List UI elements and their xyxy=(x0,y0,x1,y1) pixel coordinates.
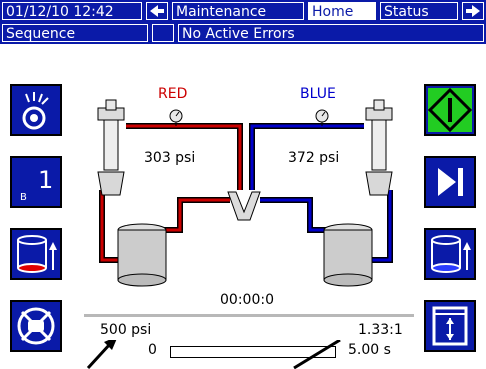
red-label: RED xyxy=(158,86,188,102)
divider xyxy=(84,314,414,317)
callout-arrows xyxy=(86,340,341,369)
red-pump xyxy=(97,99,125,196)
timer-display: 00:00:0 xyxy=(220,292,274,308)
ratio-display: 1.33:1 xyxy=(358,322,403,338)
mode-display: Sequence xyxy=(2,24,148,42)
skip-forward-button[interactable] xyxy=(424,156,476,208)
datetime-display: 01/12/10 12:42 xyxy=(2,2,142,20)
sequence-number: 1 xyxy=(38,166,53,194)
sequence-sublabel: B xyxy=(20,192,27,203)
blue-label: BLUE xyxy=(300,86,336,102)
arrow-left-icon xyxy=(150,5,164,17)
blue-supply-tank xyxy=(323,223,373,287)
start-button[interactable] xyxy=(424,84,476,136)
status-spacer xyxy=(152,24,174,42)
tab-home[interactable]: Home xyxy=(308,2,376,20)
pump-park-icon xyxy=(432,306,468,346)
error-status: No Active Errors xyxy=(178,24,484,42)
blue-pressure-reading: 372 psi xyxy=(288,150,340,166)
red-supply-tank xyxy=(117,223,167,287)
flush-button[interactable] xyxy=(10,300,62,352)
pump-park-button[interactable] xyxy=(424,300,476,352)
blue-pump xyxy=(365,99,393,196)
red-tank-fill-icon xyxy=(17,235,57,273)
header-bar: 01/12/10 12:42 Maintenance Home Status xyxy=(0,0,486,22)
nav-right-button[interactable] xyxy=(462,2,484,20)
status-row: Sequence No Active Errors xyxy=(0,22,486,44)
proportioner-diagram xyxy=(97,99,393,287)
red-tank-fill-button[interactable] xyxy=(10,228,62,280)
spray-button[interactable] xyxy=(10,84,62,136)
flush-icon xyxy=(17,307,55,345)
spray-gun-icon xyxy=(22,92,49,130)
blue-tank-fill-button[interactable] xyxy=(424,228,476,280)
pressure-setpoint: 500 psi xyxy=(100,322,152,338)
skip-forward-icon xyxy=(438,168,463,196)
tab-maintenance[interactable]: Maintenance xyxy=(172,2,304,20)
start-diamond-icon xyxy=(427,87,473,133)
nav-left-button[interactable] xyxy=(146,2,168,20)
tab-status[interactable]: Status xyxy=(380,2,458,20)
red-pressure-reading: 303 psi xyxy=(144,150,196,166)
sequence-button[interactable]: 1 B xyxy=(10,156,62,208)
arrow-right-icon xyxy=(466,5,480,17)
blue-tank-fill-icon xyxy=(431,235,471,273)
sequence-1-icon: 1 B xyxy=(20,166,53,203)
spray-gun-manifold xyxy=(227,191,261,221)
